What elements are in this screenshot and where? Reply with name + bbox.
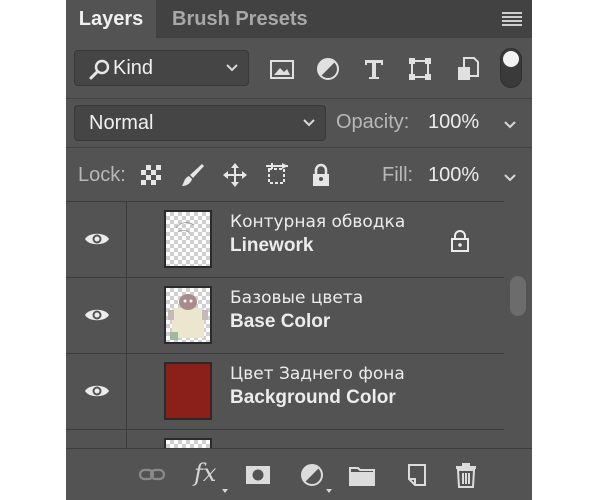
link-layers-icon[interactable] bbox=[138, 461, 166, 489]
opacity-value: 100% bbox=[428, 111, 480, 133]
sketch-thumbnail-icon bbox=[175, 222, 195, 235]
layer-name-ru: Цвет Заднего фона bbox=[230, 364, 405, 384]
layers-bottom-toolbar: fx bbox=[66, 448, 532, 500]
blend-mode-value: Normal bbox=[89, 112, 154, 134]
panel-menu-icon[interactable] bbox=[502, 12, 522, 26]
visibility-toggle[interactable] bbox=[66, 202, 127, 277]
visibility-toggle[interactable] bbox=[66, 278, 127, 353]
eye-icon bbox=[85, 309, 109, 321]
tab-brush-presets[interactable]: Brush Presets bbox=[172, 0, 308, 38]
opacity-label: Opacity: bbox=[336, 111, 410, 133]
blend-mode-dropdown[interactable]: Normal bbox=[74, 105, 326, 141]
add-mask-icon[interactable] bbox=[244, 461, 272, 489]
adjustment-filter-icon[interactable] bbox=[314, 55, 342, 83]
tab-layers[interactable]: Layers bbox=[66, 0, 156, 38]
image-filter-icon[interactable] bbox=[268, 55, 296, 83]
layer-row-linework[interactable]: Контурная обводка Linework bbox=[66, 202, 504, 278]
layer-row-base-color[interactable]: Базовые цвета Base Color bbox=[66, 278, 504, 354]
fill-label: Fill: bbox=[382, 164, 414, 186]
scrollbar-track[interactable] bbox=[504, 201, 532, 448]
fill-value: 100% bbox=[428, 164, 480, 186]
chevron-down-icon bbox=[504, 174, 516, 182]
layer-thumbnail bbox=[164, 286, 212, 344]
search-icon bbox=[89, 59, 110, 80]
layer-name: Background Color bbox=[230, 387, 396, 408]
new-group-icon[interactable] bbox=[348, 461, 376, 489]
layer-name-ru: Базовые цвета bbox=[230, 288, 364, 308]
layer-name: Base Color bbox=[230, 311, 331, 332]
filter-kind-dropdown[interactable]: Kind bbox=[74, 50, 249, 86]
chevron-down-icon bbox=[303, 119, 315, 127]
layers-panel: Layers Brush Presets Kind Normal Opacity… bbox=[66, 0, 532, 500]
lock-artboard-icon[interactable] bbox=[264, 162, 290, 188]
scrollbar-thumb[interactable] bbox=[510, 276, 526, 316]
delete-layer-icon[interactable] bbox=[452, 461, 480, 489]
layer-row-partial[interactable] bbox=[66, 430, 504, 449]
lock-icon bbox=[451, 230, 469, 252]
layers-list: Контурная обводка Linework Базовые цвета… bbox=[66, 201, 504, 449]
filter-kind-value: Kind bbox=[113, 57, 154, 79]
fx-menu-indicator bbox=[222, 489, 228, 493]
new-layer-icon[interactable] bbox=[402, 461, 430, 489]
chevron-down-icon bbox=[504, 121, 516, 129]
fill-dropdown[interactable]: 100% bbox=[424, 158, 528, 194]
layer-filter-row: Kind bbox=[66, 38, 532, 98]
eye-icon bbox=[85, 385, 109, 397]
lock-label: Lock: bbox=[78, 164, 126, 186]
smart-object-filter-icon[interactable] bbox=[454, 55, 482, 83]
fx-icon[interactable]: fx bbox=[194, 459, 216, 487]
filter-toggle-switch[interactable] bbox=[500, 48, 522, 88]
chevron-down-icon bbox=[226, 64, 238, 72]
type-filter-icon[interactable] bbox=[360, 55, 388, 83]
opacity-dropdown[interactable]: 100% bbox=[424, 105, 528, 141]
layer-name: Linework bbox=[230, 235, 314, 256]
shape-filter-icon[interactable] bbox=[406, 55, 434, 83]
blend-mode-row: Normal Opacity: 100% bbox=[66, 98, 532, 147]
adjustment-layer-icon[interactable] bbox=[298, 461, 326, 489]
character-thumbnail-icon bbox=[168, 294, 208, 340]
layer-thumbnail bbox=[164, 210, 212, 268]
lock-position-move-icon[interactable] bbox=[222, 162, 248, 188]
lock-image-pixels-brush-icon[interactable] bbox=[180, 162, 206, 188]
visibility-toggle[interactable] bbox=[66, 354, 127, 429]
layer-thumbnail bbox=[164, 362, 212, 420]
eye-icon bbox=[85, 233, 109, 245]
lock-all-icon[interactable] bbox=[308, 162, 334, 188]
lock-transparent-pixels-icon[interactable] bbox=[138, 162, 164, 188]
layer-row-background-color[interactable]: Цвет Заднего фона Background Color bbox=[66, 354, 504, 430]
lock-row: Lock: Fill: 100% bbox=[66, 147, 532, 202]
layer-name-ru: Контурная обводка bbox=[230, 212, 406, 232]
panel-tab-bar: Layers Brush Presets bbox=[66, 0, 532, 38]
visibility-toggle[interactable] bbox=[66, 430, 127, 449]
adjustment-menu-indicator bbox=[326, 489, 332, 493]
